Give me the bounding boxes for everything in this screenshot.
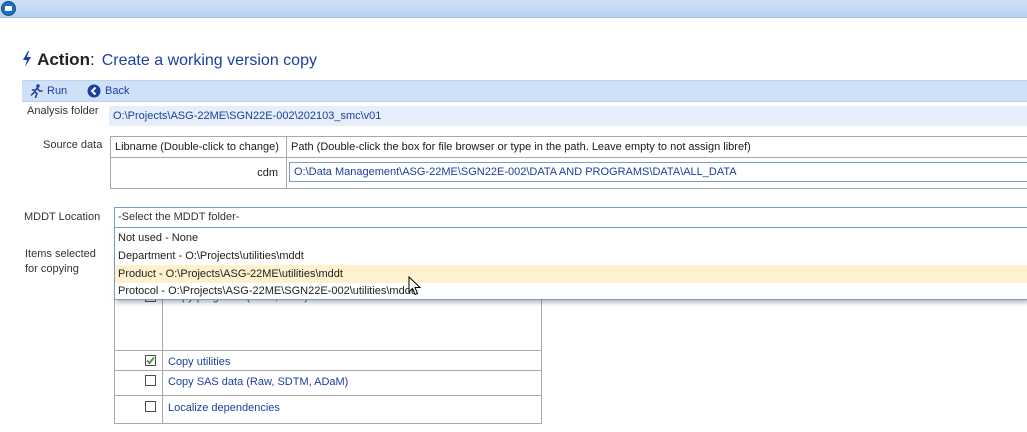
back-arrow-icon	[87, 84, 101, 98]
libname-cell[interactable]: cdm	[110, 157, 287, 189]
copy-utilities-checkbox[interactable]	[145, 355, 156, 366]
row-divider	[115, 395, 541, 396]
path-cell: O:\Data Management\ASG-22ME\SGN22E-002\D…	[286, 157, 1027, 189]
row-divider	[115, 350, 541, 351]
mddt-dropdown-list: Not used - None Department - O:\Projects…	[114, 227, 1027, 300]
path-input[interactable]: O:\Data Management\ASG-22ME\SGN22E-002\D…	[289, 162, 1027, 182]
items-column-divider	[162, 300, 163, 423]
items-table: Copy programs (TLFs, Data) Copy utilitie…	[114, 295, 542, 424]
localize-dependencies-checkbox[interactable]	[145, 401, 156, 412]
row-divider	[115, 370, 541, 371]
back-label: Back	[105, 85, 130, 97]
copy-utilities-label: Copy utilities	[168, 356, 231, 368]
libname-header: Libname (Double-click to change)	[110, 136, 287, 158]
path-header: Path (Double-click the box for file brow…	[286, 136, 1027, 158]
mddt-option-department[interactable]: Department - O:\Projects\utilities\mddt	[115, 247, 1027, 265]
run-button[interactable]: Run	[30, 83, 67, 99]
copy-sas-data-checkbox[interactable]	[145, 375, 156, 386]
analysis-folder-label: Analysis folder	[27, 105, 99, 117]
items-label-line2: for copying	[25, 263, 79, 275]
mddt-option-protocol[interactable]: Protocol - O:\Projects\ASG-22ME\SGN22E-0…	[115, 282, 1027, 300]
mddt-select[interactable]: -Select the MDDT folder-	[114, 207, 1027, 228]
folder-app-icon[interactable]	[1, 1, 16, 16]
back-button[interactable]: Back	[87, 83, 129, 99]
mddt-location-label: MDDT Location	[24, 211, 101, 223]
copy-sas-data-label: Copy SAS data (Raw, SDTM, ADaM)	[168, 376, 349, 388]
analysis-folder-value: O:\Projects\ASG-22ME\SGN22E-002\202103_s…	[109, 106, 1027, 126]
mouse-cursor-icon	[408, 276, 422, 296]
checkmark-icon	[146, 356, 155, 365]
window-title-bar	[0, 0, 1027, 18]
action-colon: :	[89, 50, 95, 69]
page-heading: Action: Create a working version copy	[22, 50, 317, 72]
items-label-line1: Items selected	[25, 248, 96, 260]
mddt-option-not-used[interactable]: Not used - None	[115, 229, 1027, 247]
toolbar: Run Back	[22, 80, 1027, 102]
lightning-bolt-icon	[23, 51, 31, 67]
run-label: Run	[47, 85, 68, 97]
source-data-label: Source data	[43, 139, 103, 151]
mddt-option-product[interactable]: Product - O:\Projects\ASG-22ME\utilities…	[115, 265, 1027, 283]
page-title: Create a working version copy	[101, 52, 317, 69]
running-person-icon	[30, 84, 43, 98]
localize-dependencies-label: Localize dependencies	[168, 402, 280, 414]
action-word: Action	[37, 50, 90, 69]
